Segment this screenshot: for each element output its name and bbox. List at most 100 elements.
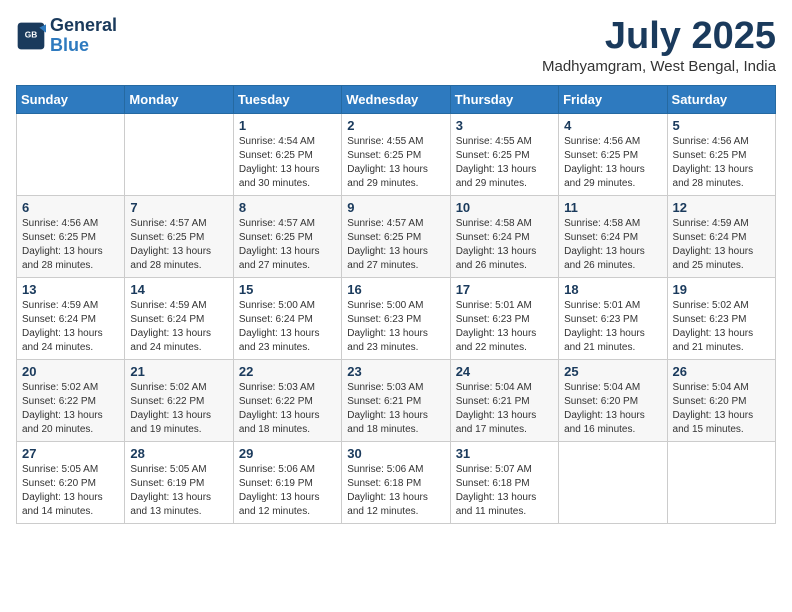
day-number: 17 xyxy=(456,282,553,297)
calendar-cell: 28 Sunrise: 5:05 AM Sunset: 6:19 PM Dayli… xyxy=(125,441,233,523)
day-info: Sunrise: 5:04 AM Sunset: 6:20 PM Dayligh… xyxy=(673,381,770,437)
calendar-cell xyxy=(667,441,775,523)
calendar-cell: 21Sunrise: 5:02 AM Sunset: 6:22 PM Dayli… xyxy=(125,359,233,441)
calendar-cell xyxy=(125,113,233,195)
day-info: Sunrise: 4:57 AM Sunset: 6:25 PM Dayligh… xyxy=(239,217,336,273)
day-number: 28 xyxy=(130,446,227,461)
day-number: 3 xyxy=(456,118,553,133)
weekday-header-wednesday: Wednesday xyxy=(342,85,450,113)
day-number: 13 xyxy=(22,282,119,297)
calendar-week-row: 20 Sunrise: 5:02 AM Sunset: 6:22 PM Dayli… xyxy=(17,359,776,441)
calendar-cell: 8 Sunrise: 4:57 AM Sunset: 6:25 PM Daylig… xyxy=(233,195,341,277)
day-number: 20 xyxy=(22,364,119,379)
day-number: 22 xyxy=(239,364,336,379)
day-info: Sunrise: 5:04 AM Sunset: 6:20 PM Dayligh… xyxy=(564,381,661,437)
month-title: July 2025 xyxy=(542,16,776,58)
day-info: Sunrise: 4:58 AM Sunset: 6:24 PM Dayligh… xyxy=(564,217,661,273)
day-number: 24 xyxy=(456,364,553,379)
day-info: Sunrise: 4:55 AM Sunset: 6:25 PM Dayligh… xyxy=(347,135,444,191)
calendar-cell: 31 Sunrise: 5:07 AM Sunset: 6:18 PM Dayli… xyxy=(450,441,558,523)
day-info: Sunrise: 5:04 AM Sunset: 6:21 PM Dayligh… xyxy=(456,381,553,437)
calendar-cell: 23 Sunrise: 5:03 AM Sunset: 6:21 PM Dayli… xyxy=(342,359,450,441)
weekday-header-tuesday: Tuesday xyxy=(233,85,341,113)
calendar-cell: 13 Sunrise: 4:59 AM Sunset: 6:24 PM Dayli… xyxy=(17,277,125,359)
calendar-cell: 29 Sunrise: 5:06 AM Sunset: 6:19 PM Dayli… xyxy=(233,441,341,523)
weekday-header-sunday: Sunday xyxy=(17,85,125,113)
day-info: Sunrise: 5:03 AM Sunset: 6:21 PM Dayligh… xyxy=(347,381,444,437)
day-info: Sunrise: 5:07 AM Sunset: 6:18 PM Dayligh… xyxy=(456,463,553,519)
day-info: Sunrise: 5:06 AM Sunset: 6:18 PM Dayligh… xyxy=(347,463,444,519)
day-number: 1 xyxy=(239,118,336,133)
day-number: 12 xyxy=(673,200,770,215)
day-number: 10 xyxy=(456,200,553,215)
calendar-cell: 27Sunrise: 5:05 AM Sunset: 6:20 PM Dayli… xyxy=(17,441,125,523)
day-info: Sunrise: 4:56 AM Sunset: 6:25 PM Dayligh… xyxy=(22,217,119,273)
day-number: 7 xyxy=(130,200,227,215)
page-header: GB General Blue July 2025 Madhyamgram, W… xyxy=(16,16,776,75)
calendar-week-row: 1 Sunrise: 4:54 AM Sunset: 6:25 PM Daylig… xyxy=(17,113,776,195)
calendar-week-row: 6 Sunrise: 4:56 AM Sunset: 6:25 PM Daylig… xyxy=(17,195,776,277)
day-number: 4 xyxy=(564,118,661,133)
day-number: 19 xyxy=(673,282,770,297)
day-info: Sunrise: 5:02 AM Sunset: 6:23 PM Dayligh… xyxy=(673,299,770,355)
day-info: Sunrise: 4:57 AM Sunset: 6:25 PM Dayligh… xyxy=(130,217,227,273)
day-info: Sunrise: 4:56 AM Sunset: 6:25 PM Dayligh… xyxy=(564,135,661,191)
day-info: Sunrise: 4:55 AM Sunset: 6:25 PM Dayligh… xyxy=(456,135,553,191)
calendar-cell: 14Sunrise: 4:59 AM Sunset: 6:24 PM Dayli… xyxy=(125,277,233,359)
day-info: Sunrise: 5:00 AM Sunset: 6:24 PM Dayligh… xyxy=(239,299,336,355)
calendar-cell: 12Sunrise: 4:59 AM Sunset: 6:24 PM Dayli… xyxy=(667,195,775,277)
calendar-week-row: 27Sunrise: 5:05 AM Sunset: 6:20 PM Dayli… xyxy=(17,441,776,523)
day-number: 8 xyxy=(239,200,336,215)
day-number: 9 xyxy=(347,200,444,215)
calendar-cell: 7 Sunrise: 4:57 AM Sunset: 6:25 PM Daylig… xyxy=(125,195,233,277)
logo-text-general: General xyxy=(50,16,117,36)
day-info: Sunrise: 4:54 AM Sunset: 6:25 PM Dayligh… xyxy=(239,135,336,191)
day-number: 30 xyxy=(347,446,444,461)
day-number: 6 xyxy=(22,200,119,215)
day-info: Sunrise: 5:03 AM Sunset: 6:22 PM Dayligh… xyxy=(239,381,336,437)
calendar-cell: 9 Sunrise: 4:57 AM Sunset: 6:25 PM Daylig… xyxy=(342,195,450,277)
day-info: Sunrise: 5:05 AM Sunset: 6:20 PM Dayligh… xyxy=(22,463,119,519)
calendar-cell xyxy=(559,441,667,523)
calendar-cell: 17Sunrise: 5:01 AM Sunset: 6:23 PM Dayli… xyxy=(450,277,558,359)
calendar-cell: 19 Sunrise: 5:02 AM Sunset: 6:23 PM Dayli… xyxy=(667,277,775,359)
calendar-cell: 20 Sunrise: 5:02 AM Sunset: 6:22 PM Dayli… xyxy=(17,359,125,441)
calendar-cell: 22 Sunrise: 5:03 AM Sunset: 6:22 PM Dayli… xyxy=(233,359,341,441)
day-number: 26 xyxy=(673,364,770,379)
weekday-header-thursday: Thursday xyxy=(450,85,558,113)
title-block: July 2025 Madhyamgram, West Bengal, Indi… xyxy=(542,16,776,75)
calendar-cell: 2 Sunrise: 4:55 AM Sunset: 6:25 PM Daylig… xyxy=(342,113,450,195)
day-info: Sunrise: 4:57 AM Sunset: 6:25 PM Dayligh… xyxy=(347,217,444,273)
calendar-cell: 15 Sunrise: 5:00 AM Sunset: 6:24 PM Dayli… xyxy=(233,277,341,359)
logo: GB General Blue xyxy=(16,16,117,56)
calendar-cell: 4 Sunrise: 4:56 AM Sunset: 6:25 PM Daylig… xyxy=(559,113,667,195)
day-number: 2 xyxy=(347,118,444,133)
calendar-cell: 5Sunrise: 4:56 AM Sunset: 6:25 PM Daylig… xyxy=(667,113,775,195)
calendar-cell: 16 Sunrise: 5:00 AM Sunset: 6:23 PM Dayli… xyxy=(342,277,450,359)
weekday-header-saturday: Saturday xyxy=(667,85,775,113)
day-info: Sunrise: 5:00 AM Sunset: 6:23 PM Dayligh… xyxy=(347,299,444,355)
day-info: Sunrise: 5:06 AM Sunset: 6:19 PM Dayligh… xyxy=(239,463,336,519)
day-number: 11 xyxy=(564,200,661,215)
day-number: 31 xyxy=(456,446,553,461)
calendar-cell: 25Sunrise: 5:04 AM Sunset: 6:20 PM Dayli… xyxy=(559,359,667,441)
day-number: 5 xyxy=(673,118,770,133)
calendar-cell xyxy=(17,113,125,195)
calendar-cell: 3 Sunrise: 4:55 AM Sunset: 6:25 PM Daylig… xyxy=(450,113,558,195)
calendar-week-row: 13 Sunrise: 4:59 AM Sunset: 6:24 PM Dayli… xyxy=(17,277,776,359)
day-info: Sunrise: 5:01 AM Sunset: 6:23 PM Dayligh… xyxy=(564,299,661,355)
day-info: Sunrise: 4:59 AM Sunset: 6:24 PM Dayligh… xyxy=(130,299,227,355)
location: Madhyamgram, West Bengal, India xyxy=(542,58,776,75)
day-number: 15 xyxy=(239,282,336,297)
day-info: Sunrise: 5:05 AM Sunset: 6:19 PM Dayligh… xyxy=(130,463,227,519)
day-number: 18 xyxy=(564,282,661,297)
calendar-cell: 11 Sunrise: 4:58 AM Sunset: 6:24 PM Dayli… xyxy=(559,195,667,277)
day-info: Sunrise: 4:59 AM Sunset: 6:24 PM Dayligh… xyxy=(22,299,119,355)
day-number: 16 xyxy=(347,282,444,297)
day-number: 29 xyxy=(239,446,336,461)
day-info: Sunrise: 5:02 AM Sunset: 6:22 PM Dayligh… xyxy=(22,381,119,437)
day-number: 23 xyxy=(347,364,444,379)
calendar-cell: 30 Sunrise: 5:06 AM Sunset: 6:18 PM Dayli… xyxy=(342,441,450,523)
calendar-cell: 6 Sunrise: 4:56 AM Sunset: 6:25 PM Daylig… xyxy=(17,195,125,277)
day-number: 21 xyxy=(130,364,227,379)
